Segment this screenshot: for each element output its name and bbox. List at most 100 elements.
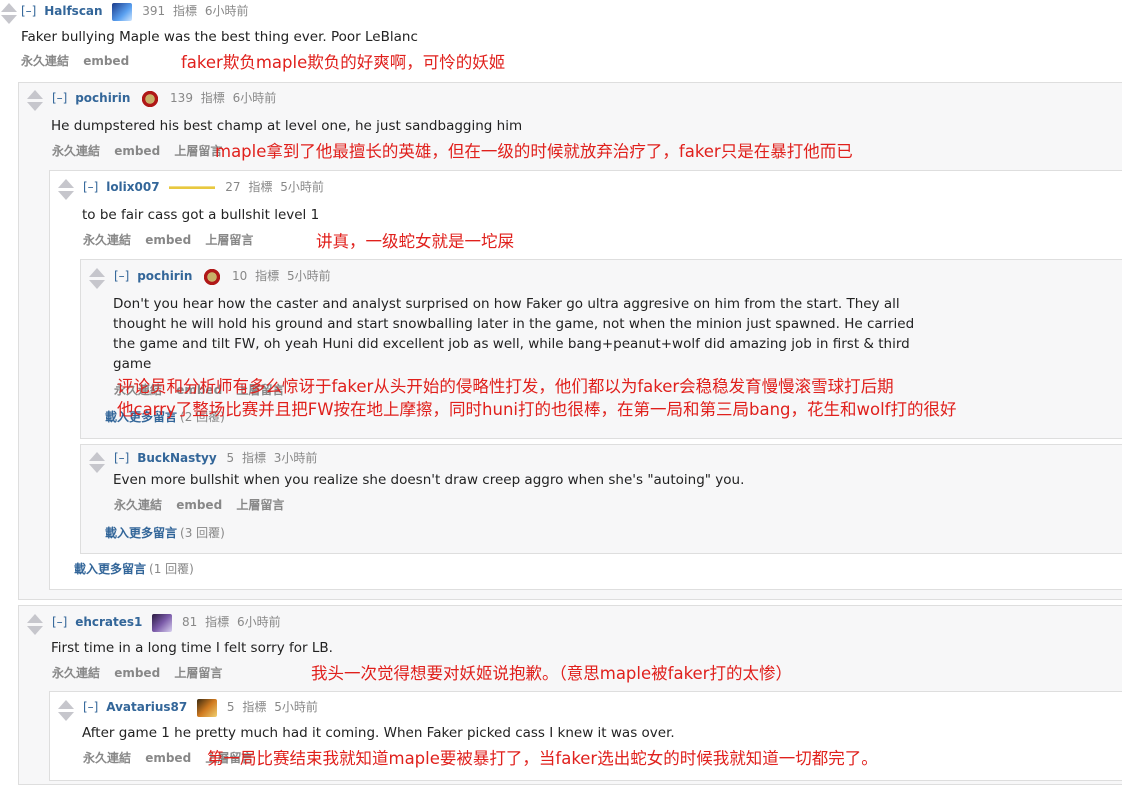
score-unit: 指標 <box>241 451 266 465</box>
orange-champion-icon <box>197 698 218 717</box>
comment-body: to be fair cass got a bullshit level 1 <box>82 207 320 223</box>
downvote-arrow[interactable] <box>1 15 17 24</box>
load-more: 載入更多留言 (1 回覆) <box>74 560 194 577</box>
reply-count: (1 回覆) <box>149 562 194 576</box>
permalink-button[interactable]: 永久連結 <box>83 751 131 765</box>
embed-button[interactable]: embed <box>176 498 222 512</box>
permalink-button[interactable]: 永久連結 <box>114 498 162 512</box>
permalink-button[interactable]: 永久連結 <box>52 144 100 158</box>
comment-buttons: 永久連結 embed 上層留言 <box>83 231 263 249</box>
upvote-arrow[interactable] <box>27 614 43 623</box>
author-link[interactable]: Avatarius87 <box>106 700 187 714</box>
body-line: thought he will hold his ground and star… <box>113 316 915 332</box>
score-unit: 指標 <box>242 700 267 714</box>
annotation: faker欺负maple欺负的好爽啊，可怜的妖姬 <box>181 53 506 72</box>
author-link[interactable]: ehcrates1 <box>75 615 142 629</box>
skt-logo-icon <box>202 267 223 286</box>
downvote-arrow[interactable] <box>89 280 105 289</box>
parent-button[interactable]: 上層留言 <box>174 666 222 680</box>
embed-button[interactable]: embed <box>145 233 191 247</box>
upvote-arrow[interactable] <box>58 700 74 709</box>
author-link[interactable]: pochirin <box>75 91 130 105</box>
load-more: 載入更多留言 (3 回覆) <box>105 524 225 541</box>
score: 139 <box>170 91 193 105</box>
permalink-button[interactable]: 永久連結 <box>21 54 69 68</box>
reply-count: (3 回覆) <box>180 526 225 540</box>
load-more-link[interactable]: 載入更多留言 <box>105 526 177 540</box>
downvote-arrow[interactable] <box>58 712 74 721</box>
embed-button[interactable]: embed <box>83 54 129 68</box>
downvote-arrow[interactable] <box>27 626 43 635</box>
comment-tagline: [–] lolix007 27 指標 5小時前 <box>83 178 328 197</box>
score-unit: 指標 <box>172 4 197 18</box>
annotation: 讲真，一级蛇女就是一坨屎 <box>316 232 514 251</box>
collapse-toggle[interactable]: [–] <box>52 91 67 105</box>
permalink-button[interactable]: 永久連結 <box>83 233 131 247</box>
upvote-arrow[interactable] <box>58 179 74 188</box>
timestamp: 6小時前 <box>204 4 249 18</box>
upvote-arrow[interactable] <box>89 268 105 277</box>
comment-buttons: 永久連結 embed 上層留言 <box>52 142 232 160</box>
comment-tagline: [–] ehcrates1 81 指標 6小時前 <box>52 613 285 632</box>
timestamp: 6小時前 <box>232 91 277 105</box>
blue-crystal-icon <box>112 2 133 21</box>
collapse-toggle[interactable]: [–] <box>83 700 98 714</box>
parent-button[interactable]: 上層留言 <box>236 498 284 512</box>
collapse-toggle[interactable]: [–] <box>114 269 129 283</box>
annotation: 他carry了整场比赛并且把FW按在地上摩擦，同时huni打的也很棒，在第一局和… <box>117 400 957 419</box>
timestamp: 5小時前 <box>280 180 324 194</box>
vote-arrows <box>88 268 105 289</box>
body-line: game <box>113 356 152 372</box>
vote-arrows <box>57 700 74 721</box>
comment-buttons: 永久連結 embed 上層留言 <box>52 664 232 682</box>
wings-icon <box>169 178 216 197</box>
upvote-arrow[interactable] <box>1 3 17 12</box>
skt-logo-icon <box>140 89 161 108</box>
body-line: Don't you hear how the caster and analys… <box>113 296 900 312</box>
comment-body: First time in a long time I felt sorry f… <box>51 640 333 656</box>
vote-arrows <box>26 90 43 111</box>
purple-champion-icon <box>152 613 173 632</box>
comment-buttons: 永久連結 embed 上層留言 <box>114 496 294 514</box>
author-link[interactable]: Halfscan <box>44 4 102 18</box>
comment-tagline: [–] BuckNastyy 5 指標 3小時前 <box>114 449 321 467</box>
score: 5 <box>226 451 235 465</box>
vote-arrows <box>26 614 43 635</box>
downvote-arrow[interactable] <box>27 102 43 111</box>
timestamp: 5小時前 <box>274 700 318 714</box>
collapse-toggle[interactable]: [–] <box>52 615 67 629</box>
annotation: 评论员和分析师有多么惊讶于faker从头开始的侵略性打发，他们都以为faker会… <box>117 377 894 396</box>
upvote-arrow[interactable] <box>27 90 43 99</box>
score: 27 <box>225 180 241 194</box>
score: 5 <box>226 700 235 714</box>
score-unit: 指標 <box>205 615 230 629</box>
collapse-toggle[interactable]: [–] <box>114 451 129 465</box>
score-unit: 指標 <box>255 269 280 283</box>
annotation: 第一局比赛结束我就知道maple要被暴打了，当faker选出蛇女的时候我就知道一… <box>207 749 878 768</box>
load-more-link[interactable]: 載入更多留言 <box>74 562 146 576</box>
comment-tagline: [–] pochirin 10 指標 5小時前 <box>114 267 335 286</box>
vote-arrows <box>88 452 105 473</box>
collapse-toggle[interactable]: [–] <box>21 4 36 18</box>
parent-button[interactable]: 上層留言 <box>205 233 253 247</box>
comment-body: Don't you hear how the caster and analys… <box>113 294 973 374</box>
comment-body: He dumpstered his best champ at level on… <box>51 118 523 134</box>
comment-buttons: 永久連結 embed <box>21 52 139 70</box>
downvote-arrow[interactable] <box>89 464 105 473</box>
score: 10 <box>232 269 248 283</box>
upvote-arrow[interactable] <box>89 452 105 461</box>
annotation: 我头一次觉得想要对妖姬说抱歉。（意思maple被faker打的太惨） <box>311 664 792 683</box>
embed-button[interactable]: embed <box>145 751 191 765</box>
author-link[interactable]: lolix007 <box>106 180 159 194</box>
permalink-button[interactable]: 永久連結 <box>52 666 100 680</box>
author-link[interactable]: pochirin <box>137 269 192 283</box>
collapse-toggle[interactable]: [–] <box>83 180 98 194</box>
score-unit: 指標 <box>248 180 273 194</box>
annotation: maple拿到了他最擅长的英雄，但在一级的时候就放弃治疗了，faker只是在暴打… <box>215 142 853 161</box>
vote-arrows <box>0 3 17 24</box>
embed-button[interactable]: embed <box>114 666 160 680</box>
author-link[interactable]: BuckNastyy <box>137 451 216 465</box>
downvote-arrow[interactable] <box>58 191 74 200</box>
embed-button[interactable]: embed <box>114 144 160 158</box>
score: 81 <box>182 615 198 629</box>
